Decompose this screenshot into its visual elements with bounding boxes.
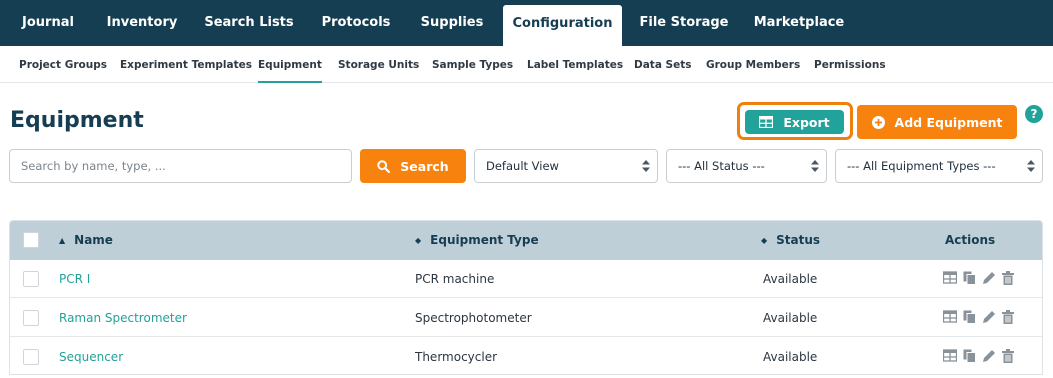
row-actions: [943, 310, 1014, 324]
sort-icon: ◆: [761, 236, 768, 245]
subnav-storage-units[interactable]: Storage Units: [338, 46, 419, 83]
column-status[interactable]: ◆ Status: [761, 221, 820, 260]
equipment-name-link[interactable]: PCR I: [59, 260, 90, 298]
top-navigation: Journal Inventory Search Lists Protocols…: [0, 0, 1053, 46]
select-caret-icon: [1027, 160, 1035, 172]
subnav-permissions[interactable]: Permissions: [814, 46, 886, 83]
select-caret-icon: [811, 160, 819, 172]
table-header: ▲ Name ◆ Equipment Type ◆ Status Actions: [10, 221, 1042, 260]
pencil-icon[interactable]: [982, 310, 996, 324]
status-cell: Available: [763, 272, 818, 286]
trash-icon[interactable]: [1002, 310, 1014, 324]
tab-configuration[interactable]: Configuration: [503, 5, 622, 46]
export-button[interactable]: Export: [745, 110, 844, 134]
search-input[interactable]: [9, 149, 352, 183]
search-button[interactable]: Search: [360, 149, 466, 183]
magnifier-icon: [377, 159, 391, 173]
trash-icon[interactable]: [1002, 271, 1014, 285]
equipment-table: ▲ Name ◆ Equipment Type ◆ Status Actions PC…: [9, 220, 1043, 375]
row-actions: [943, 349, 1014, 363]
table-row: Sequencer Thermocycler Available: [10, 338, 1042, 374]
tab-marketplace[interactable]: Marketplace: [746, 0, 852, 46]
subnav-equipment[interactable]: Equipment: [258, 46, 322, 83]
copy-icon[interactable]: [963, 271, 976, 285]
trash-icon[interactable]: [1002, 349, 1014, 363]
subnav-data-sets[interactable]: Data Sets: [634, 46, 692, 83]
column-name[interactable]: ▲ Name: [59, 221, 113, 260]
add-equipment-label: Add Equipment: [894, 114, 1003, 130]
search-label: Search: [400, 158, 449, 174]
sort-icon: ◆: [415, 236, 422, 245]
table-grid-icon[interactable]: [943, 310, 957, 323]
pencil-icon[interactable]: [982, 349, 996, 363]
equipment-type-cell: PCR machine: [415, 272, 495, 286]
row-checkbox[interactable]: [23, 271, 39, 287]
row-actions: [943, 271, 1014, 285]
table-grid-icon[interactable]: [943, 349, 957, 362]
column-equipment-type[interactable]: ◆ Equipment Type: [415, 221, 539, 260]
select-caret-icon: [642, 160, 650, 172]
table-row: Raman Spectrometer Spectrophotometer Ava…: [10, 299, 1042, 337]
equipment-type-cell: Spectrophotometer: [415, 311, 532, 325]
export-label: Export: [783, 114, 830, 130]
pencil-icon[interactable]: [982, 271, 996, 285]
tab-supplies[interactable]: Supplies: [412, 0, 492, 46]
subnav-label-templates[interactable]: Label Templates: [527, 46, 623, 83]
table-row: PCR I PCR machine Available: [10, 260, 1042, 298]
equipment-type-cell: Thermocycler: [415, 350, 498, 364]
sub-navigation: Project Groups Experiment Templates Equi…: [0, 46, 1053, 83]
table-grid-icon[interactable]: [943, 271, 957, 284]
tab-file-storage[interactable]: File Storage: [636, 0, 732, 46]
view-select[interactable]: Default View: [474, 149, 658, 183]
status-select[interactable]: --- All Status ---: [666, 149, 827, 183]
equipment-type-select[interactable]: --- All Equipment Types ---: [835, 149, 1043, 183]
tab-search-lists[interactable]: Search Lists: [198, 0, 300, 46]
tab-protocols[interactable]: Protocols: [312, 0, 400, 46]
status-select-value: --- All Status ---: [678, 159, 765, 173]
view-select-value: Default View: [486, 159, 559, 173]
add-equipment-button[interactable]: Add Equipment: [857, 105, 1017, 139]
tab-journal[interactable]: Journal: [10, 0, 86, 46]
tab-inventory[interactable]: Inventory: [98, 0, 186, 46]
copy-icon[interactable]: [963, 310, 976, 324]
status-cell: Available: [763, 350, 818, 364]
help-icon[interactable]: ?: [1025, 105, 1043, 123]
subnav-project-groups[interactable]: Project Groups: [19, 46, 107, 83]
equipment-name-link[interactable]: Sequencer: [59, 338, 123, 374]
status-cell: Available: [763, 311, 818, 325]
table-grid-icon: [759, 116, 774, 128]
row-checkbox[interactable]: [23, 310, 39, 326]
row-checkbox[interactable]: [23, 349, 39, 365]
sort-asc-icon: ▲: [59, 236, 66, 245]
subnav-group-members[interactable]: Group Members: [706, 46, 800, 83]
plus-circle-icon: [871, 115, 885, 129]
page-title: Equipment: [10, 108, 144, 133]
subnav-sample-types[interactable]: Sample Types: [432, 46, 513, 83]
equipment-name-link[interactable]: Raman Spectrometer: [59, 299, 187, 337]
equipment-type-select-value: --- All Equipment Types ---: [847, 159, 996, 173]
column-actions: Actions: [945, 233, 996, 247]
copy-icon[interactable]: [963, 349, 976, 363]
select-all-checkbox[interactable]: [23, 232, 39, 248]
subnav-experiment-templates[interactable]: Experiment Templates: [120, 46, 252, 83]
